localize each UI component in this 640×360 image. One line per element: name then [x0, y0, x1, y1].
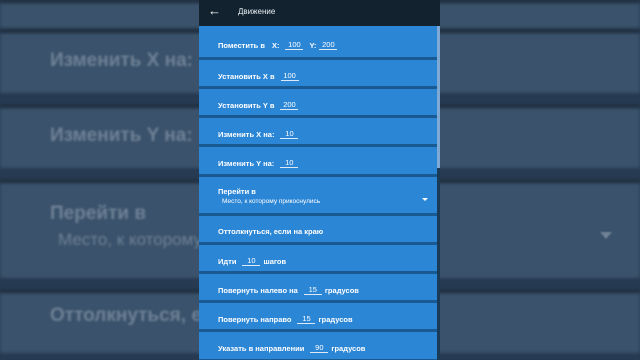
- value-input[interactable]: 100: [280, 71, 299, 81]
- dropdown-value: Место, к которому прикоснулись: [222, 198, 321, 205]
- block-label: Указать в направлении: [218, 343, 305, 353]
- bg-label: Перейти в: [50, 203, 147, 224]
- block-label: Изменить X на:: [218, 129, 275, 139]
- block-suffix: шагов: [263, 256, 287, 266]
- bg-label: Изменить Y на:: [50, 125, 193, 146]
- block-label: Изменить Y на:: [218, 158, 275, 168]
- x-value-input[interactable]: 100: [285, 40, 304, 50]
- bg-label: Изменить X на:: [50, 50, 193, 71]
- block-label: Установить X в: [218, 71, 275, 81]
- app-bar: ← Движение: [199, 0, 440, 26]
- block-label: Повернуть направо: [218, 314, 292, 324]
- block-label: Идти: [218, 256, 237, 266]
- value-input[interactable]: 15: [297, 314, 316, 324]
- block-bounce[interactable]: Оттолкнуться, если на краю: [199, 216, 437, 245]
- block-goto-target[interactable]: Перейти в Место, к которому прикоснулись: [199, 177, 437, 216]
- value-input[interactable]: 10: [242, 256, 261, 266]
- bg-label: Место, к которому: [58, 230, 203, 249]
- y-label: Y:: [309, 40, 317, 50]
- chevron-down-icon[interactable]: [422, 198, 428, 201]
- block-goto-xy[interactable]: Поместить в X: 100 Y: 200: [199, 26, 437, 60]
- block-suffix: градусов: [331, 343, 366, 353]
- value-input[interactable]: 200: [280, 100, 299, 110]
- block-suffix: градусов: [318, 314, 353, 324]
- value-input[interactable]: 10: [280, 158, 299, 168]
- phone-screen: ← Движение Поместить в X: 100 Y: 200 Уст…: [199, 0, 440, 360]
- bg-chevron-down-icon: [600, 232, 612, 239]
- block-point-direction[interactable]: Указать в направлении 90 градусов: [199, 332, 437, 360]
- block-label: Установить Y в: [218, 100, 275, 110]
- block-label: Поместить в: [218, 40, 265, 50]
- bg-label: Оттолкнуться, е: [50, 305, 202, 326]
- block-set-x[interactable]: Установить X в 100: [199, 60, 437, 89]
- block-change-y[interactable]: Изменить Y на: 10: [199, 147, 437, 177]
- value-input[interactable]: 15: [303, 285, 322, 295]
- block-change-x[interactable]: Изменить X на: 10: [199, 118, 437, 147]
- x-label: X:: [271, 40, 280, 50]
- block-label: Повернуть налево на: [218, 285, 298, 295]
- arrow-left-icon[interactable]: ←: [208, 4, 222, 18]
- block-label: Перейти в: [218, 187, 256, 196]
- scrollbar[interactable]: [437, 26, 440, 360]
- scrollbar-thumb[interactable]: [437, 26, 440, 168]
- y-value-input[interactable]: 200: [319, 40, 338, 50]
- block-move[interactable]: Идти 10 шагов: [199, 245, 437, 274]
- value-input[interactable]: 10: [280, 129, 299, 139]
- block-set-y[interactable]: Установить Y в 200: [199, 89, 437, 118]
- block-suffix: градусов: [324, 285, 359, 295]
- value-input[interactable]: 90: [310, 343, 329, 353]
- block-turn-right[interactable]: Повернуть направо 15 градусов: [199, 303, 437, 332]
- category-title: Движение: [238, 7, 276, 16]
- block-turn-left[interactable]: Повернуть налево на 15 градусов: [199, 274, 437, 303]
- target-dropdown[interactable]: Место, к которому прикоснулись: [222, 198, 320, 205]
- block-label: Оттолкнуться, если на краю: [218, 227, 324, 236]
